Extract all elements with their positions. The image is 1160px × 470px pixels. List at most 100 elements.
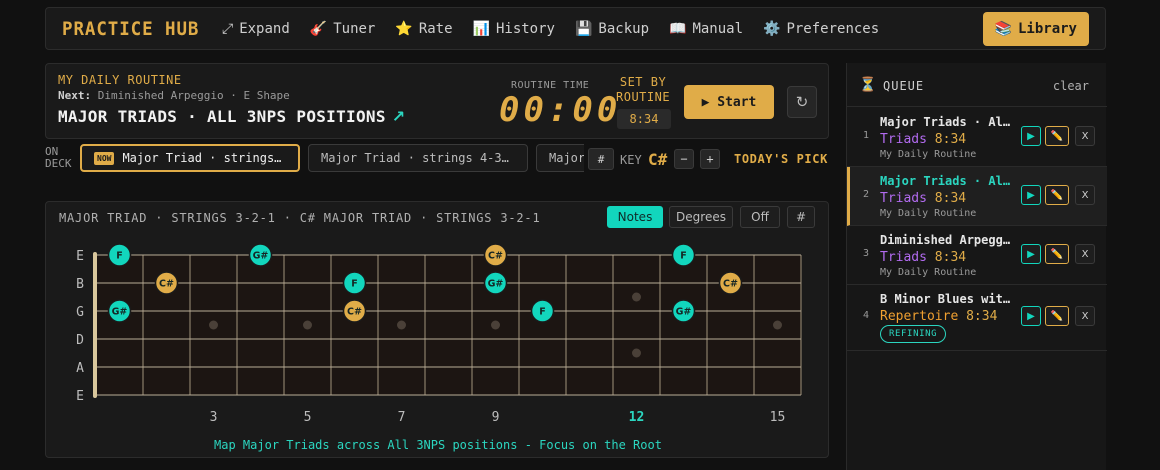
fret-inlay	[303, 320, 312, 330]
note-label: C#	[159, 279, 174, 290]
start-button[interactable]: ▶ Start	[684, 85, 774, 119]
play-icon[interactable]: ▶	[1021, 244, 1041, 264]
routine-next-label: Next:	[58, 89, 92, 102]
on-deck-line2: DECK	[45, 157, 72, 170]
string-label: G	[76, 305, 84, 320]
toggle-sharp[interactable]: #	[787, 206, 815, 228]
queue-item-source: My Daily Routine	[880, 149, 977, 160]
string-label: E	[76, 249, 84, 264]
bar-chart-icon: 📊	[472, 20, 490, 37]
routine-label: MY DAILY ROUTINE	[58, 73, 182, 87]
queue-item-duration: 8:34	[966, 309, 998, 324]
queue-header: ⏳ QUEUE clear	[847, 63, 1107, 107]
nav-expand-label: Expand	[239, 20, 290, 37]
on-deck-list: NOW Major Triad · strings… Major Triad · …	[80, 144, 584, 174]
fretboard-caption: Map Major Triads across All 3NPS positio…	[214, 438, 662, 452]
todays-pick-button[interactable]: TODAY'S PICK	[734, 152, 828, 166]
expand-icon: ⤢	[222, 20, 234, 37]
nav-history[interactable]: 📊 History	[463, 12, 565, 46]
set-by-line2: ROUTINE	[616, 90, 671, 104]
fretboard-title: MAJOR TRIAD · STRINGS 3-2-1 · C# MAJOR T…	[59, 211, 541, 225]
play-icon[interactable]: ▶	[1021, 126, 1041, 146]
delete-icon[interactable]: X	[1075, 185, 1095, 205]
string-label: E	[76, 389, 84, 404]
queue-item[interactable]: 3 Diminished Arpeggio · E Shape Triads 8:3…	[847, 226, 1107, 285]
toggle-notes[interactable]: Notes	[607, 206, 663, 228]
queue-item-category: Triads 8:34	[880, 191, 967, 206]
queue-item-name: B Minor Blues with Bends	[880, 292, 1015, 306]
on-deck-item[interactable]: Major Triad · strings 5-4…	[536, 144, 584, 172]
now-badge: NOW	[94, 151, 115, 165]
set-by-value[interactable]: 8:34	[617, 109, 671, 129]
key-value: C#	[648, 150, 668, 169]
queue-clear-button[interactable]: clear	[1053, 79, 1089, 93]
fret-number: 3	[210, 410, 218, 425]
nav-tuner[interactable]: 🎸 Tuner	[300, 12, 386, 46]
nav-preferences[interactable]: ⚙️ Preferences	[753, 12, 889, 46]
nav-history-label: History	[495, 20, 555, 37]
nav-rate[interactable]: ⭐ Rate	[385, 12, 462, 46]
delete-icon[interactable]: X	[1075, 244, 1095, 264]
pencil-icon[interactable]: ✏️	[1045, 185, 1069, 205]
queue-title: QUEUE	[883, 79, 925, 93]
nav-preferences-label: Preferences	[786, 20, 880, 37]
queue-panel: ⏳ QUEUE clear 1 Major Triads · All 3NPS P…	[846, 63, 1107, 470]
fret-number: 9	[492, 410, 500, 425]
on-deck-item-label: Major Triad · strings…	[122, 151, 282, 165]
queue-item-number: 4	[863, 310, 870, 321]
set-by-label: SET BY ROUTINE	[616, 75, 670, 105]
routine-title-text: MAJOR TRIADS · ALL 3NPS POSITIONS	[58, 107, 386, 126]
toggle-off[interactable]: Off	[740, 206, 780, 228]
pencil-icon[interactable]: ✏️	[1045, 244, 1069, 264]
routine-next: Next: Diminished Arpeggio · E Shape	[58, 89, 290, 102]
nut	[93, 252, 97, 398]
delete-icon[interactable]: X	[1075, 126, 1095, 146]
note-label: G#	[253, 251, 269, 262]
nav-library[interactable]: 📚 Library	[982, 11, 1089, 46]
routine-timer: 00:00	[499, 90, 622, 130]
queue-item-name: Major Triads · All 3NPS Positions	[880, 115, 1015, 129]
brand-logo: PRACTICE HUB	[62, 17, 200, 40]
sharp-toggle-button[interactable]: #	[588, 148, 614, 170]
queue-item[interactable]: 4 B Minor Blues with Bends Repertoire 8:34…	[847, 285, 1107, 351]
note-label: F	[116, 251, 123, 262]
nav-manual[interactable]: 📖 Manual	[659, 12, 753, 46]
pencil-icon[interactable]: ✏️	[1045, 306, 1069, 326]
queue-item-source: My Daily Routine	[880, 208, 977, 219]
gear-icon: ⚙️	[763, 20, 781, 37]
queue-item-status-badge: REFINING	[880, 325, 947, 343]
nav-backup-label: Backup	[598, 20, 649, 37]
queue-item-duration: 8:34	[934, 191, 967, 206]
toggle-degrees[interactable]: Degrees	[669, 206, 733, 228]
fret-inlay	[773, 320, 782, 330]
nav-manual-label: Manual	[692, 20, 744, 37]
fret-number: 15	[770, 410, 786, 425]
key-plus-button[interactable]: +	[700, 149, 720, 169]
play-icon[interactable]: ▶	[1021, 306, 1041, 326]
on-deck-item[interactable]: Major Triad · strings 4-3…	[308, 144, 528, 172]
refresh-icon[interactable]: ↻	[787, 86, 817, 118]
delete-icon[interactable]: X	[1075, 306, 1095, 326]
fret-number: 5	[304, 410, 312, 425]
on-deck-item-now[interactable]: NOW Major Triad · strings…	[80, 144, 300, 172]
book-icon: 📖	[669, 20, 687, 37]
fret-inlay	[209, 320, 218, 330]
external-link-icon[interactable]: ↗	[392, 107, 406, 126]
routine-next-value: Diminished Arpeggio · E Shape	[97, 89, 290, 102]
queue-item-number: 1	[863, 130, 870, 141]
queue-item-source: My Daily Routine	[880, 267, 977, 278]
pencil-icon[interactable]: ✏️	[1045, 126, 1069, 146]
note-label: G#	[488, 279, 504, 290]
nav-expand[interactable]: ⤢ Expand	[212, 12, 300, 46]
queue-item-number: 2	[863, 189, 870, 200]
play-icon[interactable]: ▶	[1021, 185, 1041, 205]
guitar-icon: 🎸	[309, 20, 328, 37]
nav-library-label: Library	[1017, 20, 1077, 37]
key-minus-button[interactable]: −	[674, 149, 694, 169]
queue-item[interactable]: 1 Major Triads · All 3NPS Positions Triads…	[847, 108, 1107, 167]
nav-rate-label: Rate	[418, 20, 453, 37]
fretboard-wood	[96, 255, 801, 395]
queue-item[interactable]: 2 Major Triads · All 3NPS Positions Triads…	[847, 167, 1107, 226]
nav-backup[interactable]: 💾 Backup	[565, 12, 659, 46]
routine-card: MY DAILY ROUTINE Next: Diminished Arpegg…	[45, 63, 829, 139]
